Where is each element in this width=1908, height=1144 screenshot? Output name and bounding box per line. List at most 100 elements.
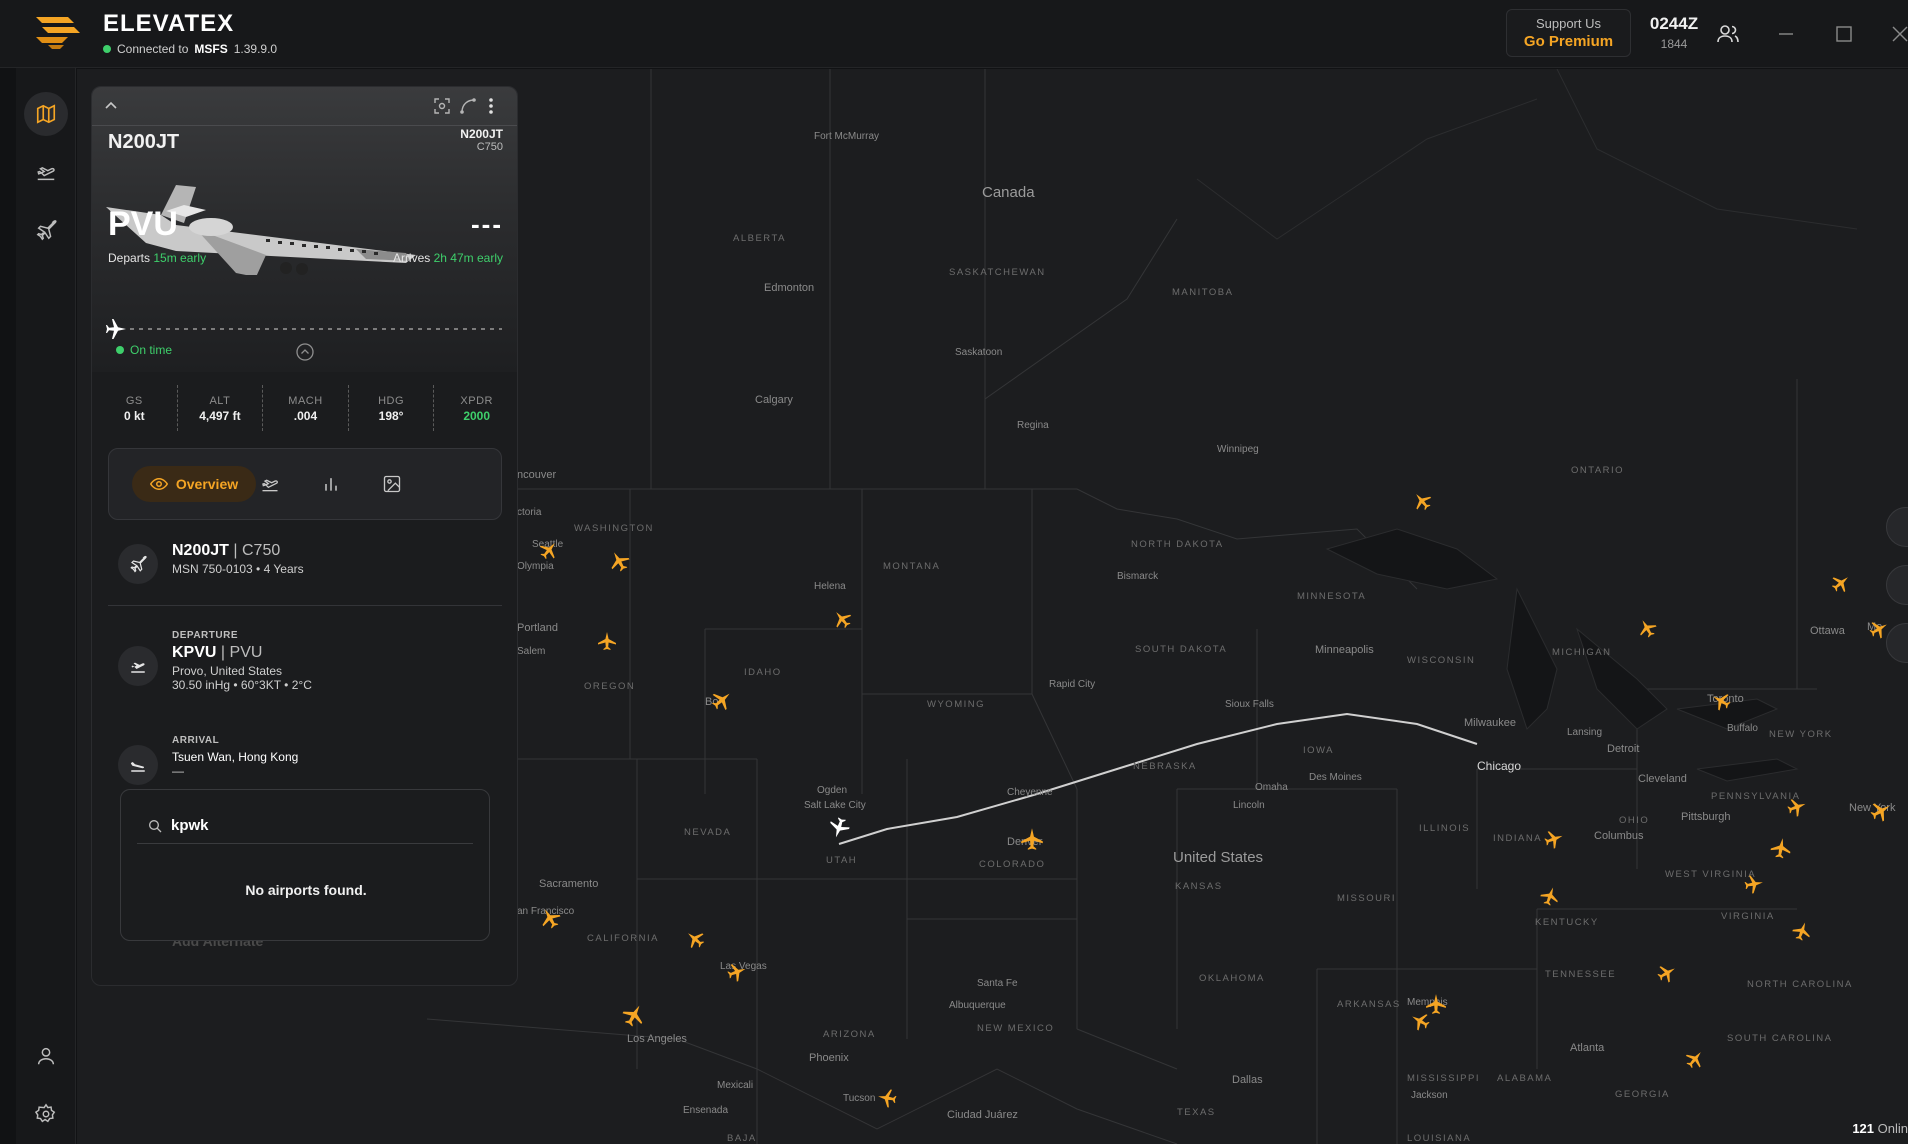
arrives-label: Arrives (392, 251, 431, 265)
rail-departures-button[interactable] (24, 150, 68, 194)
departure-iata: PVU (229, 644, 263, 661)
stat-mach: MACH .004 (263, 385, 349, 431)
zulu-time: 0244Z (1649, 14, 1699, 33)
stat-value: .004 (293, 409, 318, 423)
premium-label: Go Premium (1523, 33, 1614, 50)
map-label: Ottawa (1810, 625, 1845, 637)
map-label: Calgary (755, 394, 793, 406)
departs-status: 15m early (153, 251, 207, 265)
connection-status: Connected to MSFS 1.39.9.0 (103, 42, 277, 56)
connection-sim: MSFS (194, 42, 228, 56)
map-label: MONTANA (883, 561, 941, 572)
rail-flights-button[interactable] (24, 208, 68, 252)
aircraft-row[interactable]: N200JT | C750 MSN 750-0103 • 4 Years (108, 538, 502, 590)
map-label: ncouver (517, 469, 557, 481)
map-label: Las Vegas (720, 961, 767, 972)
panel-toolbar (92, 87, 517, 126)
route-icon[interactable] (458, 96, 478, 116)
arrival-row-text: ARRIVAL Tsuen Wan, Hong Kong — (172, 735, 298, 778)
stat-gs: GS 0 kt (92, 385, 178, 431)
map-label: PENNSYLVANIA (1711, 791, 1801, 802)
flight-status-text: On time (130, 343, 173, 357)
map-label: Toronto (1707, 693, 1744, 705)
map-label: WISCONSIN (1407, 655, 1476, 666)
tab-overview[interactable]: Overview (132, 466, 256, 502)
departs-info: Departs 15m early (108, 251, 206, 265)
chevron-up-icon[interactable] (102, 97, 120, 115)
map-label: Cleveland (1638, 773, 1687, 785)
map-label: GEORGIA (1615, 1089, 1670, 1100)
map-label: Edmonton (764, 282, 815, 294)
elevatex-logo-icon (36, 17, 80, 49)
map-label: Winnipeg (1217, 444, 1259, 455)
map-label: UTAH (826, 855, 858, 866)
rail-settings-button[interactable] (24, 1092, 68, 1136)
users-icon[interactable] (1714, 20, 1742, 48)
aircraft-row-icon (118, 544, 158, 584)
departure-row-text: DEPARTURE KPVU | PVU Provo, United State… (172, 630, 312, 692)
map-label: NEW YORK (1769, 729, 1833, 740)
rail-map-button[interactable] (24, 92, 68, 136)
go-premium-button[interactable]: Support Us Go Premium (1506, 9, 1631, 57)
map-label: Los Angeles (627, 1033, 687, 1045)
map-label: TENNESSEE (1545, 969, 1617, 980)
map-label: Mexicali (717, 1080, 754, 1091)
online-count: 121 Onlin (1852, 1121, 1908, 1136)
map-label: IDAHO (744, 667, 782, 678)
map-label: Ensenada (683, 1105, 729, 1116)
close-icon[interactable] (1886, 20, 1908, 48)
stat-label: XPDR (460, 395, 493, 407)
map-label: MANITOBA (1172, 287, 1234, 298)
map-label: VIRGINIA (1721, 911, 1775, 922)
aircraft-reg: N200JT (172, 542, 229, 559)
departure-row[interactable]: DEPARTURE KPVU | PVU Provo, United State… (108, 630, 502, 704)
map-label: IOWA (1303, 745, 1334, 756)
airport-search-field[interactable] (137, 808, 473, 844)
flight-registration: N200JT (108, 131, 180, 153)
flight-route (838, 712, 1478, 845)
maximize-icon[interactable] (1830, 20, 1858, 48)
airport-search-input[interactable] (171, 817, 451, 834)
map-label: Seattle (532, 539, 564, 550)
focus-icon[interactable] (432, 96, 452, 116)
no-results-message: No airports found. (245, 882, 367, 898)
local-time: 1844 (1660, 37, 1688, 51)
clock: 0244Z 1844 (1646, 14, 1702, 51)
map-label: NORTH DAKOTA (1131, 539, 1224, 550)
map-label: INDIANA (1493, 833, 1543, 844)
tab-stats[interactable] (316, 469, 346, 499)
map-label: Fort McMurray (814, 131, 879, 142)
minimize-icon[interactable] (1772, 20, 1800, 48)
arrives-info: Arrives 2h 47m early (393, 251, 503, 265)
landing-icon (130, 762, 145, 772)
map-label: MISSISSIPPI (1407, 1073, 1480, 1084)
map-label: Chicago (1477, 759, 1522, 773)
stat-xpdr: XPDR 2000 (434, 385, 517, 431)
bar-chart-icon (325, 478, 337, 491)
map-label: KANSAS (1175, 881, 1223, 892)
arrival-row[interactable]: ARRIVAL Tsuen Wan, Hong Kong — (108, 735, 502, 789)
map-label: LOUISIANA (1407, 1133, 1472, 1144)
map-label: OREGON (584, 681, 636, 692)
rail-profile-button[interactable] (24, 1034, 68, 1078)
map-label: ALABAMA (1497, 1073, 1553, 1084)
map-label: KENTUCKY (1535, 917, 1599, 928)
tab-overview-label: Overview (175, 476, 239, 492)
map-label: Cheyenne (1007, 787, 1053, 798)
map-label: Columbus (1594, 830, 1644, 842)
flight-path-icon (262, 479, 278, 492)
tab-photos[interactable] (377, 469, 407, 499)
map-label: Detroit (1607, 743, 1640, 755)
online-label: Onlin (1877, 1121, 1908, 1136)
map-label: SASKATCHEWAN (949, 267, 1046, 278)
more-vertical-icon[interactable] (484, 96, 498, 116)
stat-label: MACH (288, 395, 323, 407)
gear-icon (35, 1103, 56, 1123)
section-divider (108, 605, 502, 606)
image-icon (383, 475, 401, 493)
expand-circle-icon[interactable] (296, 343, 314, 361)
eye-icon (149, 477, 168, 491)
map-label: MINNESOTA (1297, 591, 1367, 602)
flight-hero: N200JT N200JT C750 PVU --- Departs 15m e… (92, 87, 517, 372)
tab-flight-plan[interactable] (255, 469, 285, 499)
